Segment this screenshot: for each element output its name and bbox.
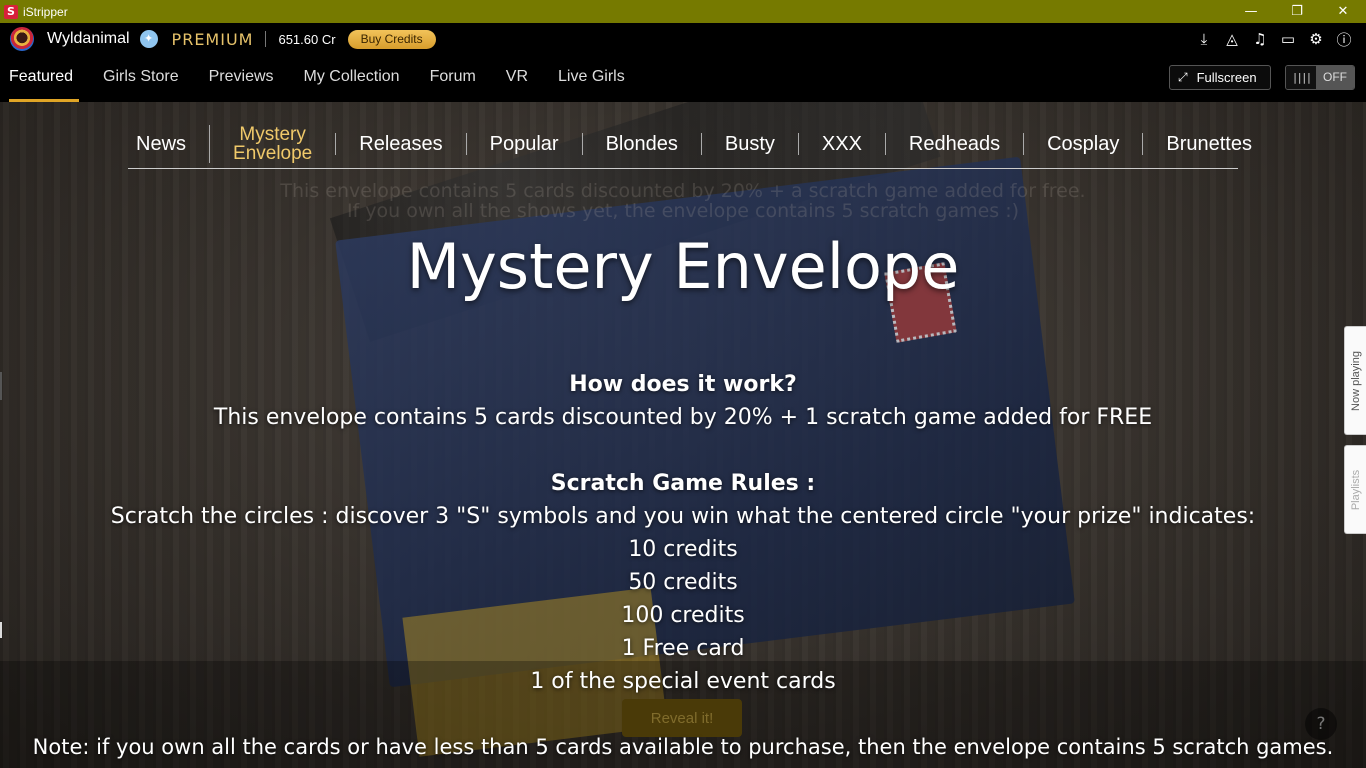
tab-brunettes[interactable]: Brunettes bbox=[1142, 133, 1275, 155]
now-playing-label: Now playing bbox=[1349, 350, 1362, 411]
music-icon[interactable]: ♫ bbox=[1246, 25, 1274, 53]
main-nav: Featured Girls Store Previews My Collect… bbox=[0, 55, 1366, 102]
reveal-button[interactable]: Reveal it! bbox=[622, 699, 742, 737]
tab-busty[interactable]: Busty bbox=[700, 133, 798, 155]
toolbar-icons: ⤓ ◬ ♫ ▭ ⚙ ⓘ bbox=[1190, 23, 1358, 55]
nav-item-live-girls[interactable]: Live Girls bbox=[543, 55, 640, 102]
tab-redheads[interactable]: Redheads bbox=[884, 133, 1023, 155]
nav-item-forum[interactable]: Forum bbox=[415, 55, 491, 102]
monitor-icon[interactable]: ▭ bbox=[1274, 25, 1302, 53]
rules-title: Scratch Game Rules : bbox=[550, 471, 816, 496]
tab-mystery-envelope[interactable]: Mystery Envelope bbox=[209, 125, 335, 163]
close-button[interactable]: ✕ bbox=[1320, 0, 1366, 23]
ghost-text-line1: This envelope contains 5 cards discounte… bbox=[280, 180, 1086, 202]
how-it-works-text: This envelope contains 5 cards discounte… bbox=[213, 405, 1153, 430]
content-area: News Mystery Envelope Releases Popular B… bbox=[0, 102, 1366, 768]
tab-popular[interactable]: Popular bbox=[465, 133, 582, 155]
user-bar: Wyldanimal ✦ PREMIUM 651.60 Cr Buy Credi… bbox=[0, 23, 1366, 55]
fullscreen-label: Fullscreen bbox=[1196, 70, 1257, 85]
divider bbox=[265, 31, 267, 47]
window-titlebar: S iStripper — ❐ ✕ bbox=[0, 0, 1366, 23]
gear-icon[interactable]: ⚙ bbox=[1302, 25, 1330, 53]
username[interactable]: Wyldanimal bbox=[47, 30, 130, 48]
now-playing-tab[interactable]: Now playing bbox=[1344, 326, 1366, 435]
tab-mystery-line2: Envelope bbox=[233, 143, 313, 164]
info-icon[interactable]: ⓘ bbox=[1330, 25, 1358, 53]
toggle-state: OFF bbox=[1316, 66, 1354, 89]
expand-icon: ⤢ bbox=[1178, 70, 1188, 84]
nav-item-previews[interactable]: Previews bbox=[194, 55, 289, 102]
toggle-grip-icon: |||| bbox=[1286, 66, 1316, 89]
edge-handle[interactable] bbox=[0, 372, 2, 400]
tab-news[interactable]: News bbox=[128, 133, 209, 155]
playlists-label: Playlists bbox=[1349, 469, 1362, 510]
page-title: Mystery Envelope bbox=[406, 230, 960, 303]
nav-item-featured[interactable]: Featured bbox=[0, 55, 88, 102]
playlists-tab[interactable]: Playlists bbox=[1344, 445, 1366, 534]
restore-button[interactable]: ❐ bbox=[1274, 0, 1320, 23]
prize-item: 10 credits bbox=[628, 537, 738, 562]
premium-label: PREMIUM bbox=[171, 29, 254, 49]
prize-item: 50 credits bbox=[628, 570, 738, 595]
ghost-text-line2: If you own all the shows yet, the envelo… bbox=[346, 200, 1020, 222]
nav-item-vr[interactable]: VR bbox=[491, 55, 543, 102]
tab-blondes[interactable]: Blondes bbox=[581, 133, 701, 155]
edge-cursor-mark bbox=[0, 622, 2, 638]
avatar[interactable] bbox=[10, 27, 34, 51]
nav-item-girls-store[interactable]: Girls Store bbox=[88, 55, 194, 102]
prize-item: 1 Free card bbox=[621, 636, 745, 661]
rules-text: Scratch the circles : discover 3 "S" sym… bbox=[110, 504, 1256, 529]
prize-item: 1 of the special event cards bbox=[530, 669, 836, 694]
tab-mystery-line1: Mystery bbox=[239, 124, 306, 145]
credit-balance: 651.60 Cr bbox=[278, 31, 336, 47]
tab-xxx[interactable]: XXX bbox=[797, 133, 885, 155]
window-controls: — ❐ ✕ bbox=[1228, 0, 1366, 23]
mode-toggle[interactable]: |||| OFF bbox=[1285, 65, 1355, 90]
category-nav: News Mystery Envelope Releases Popular B… bbox=[128, 120, 1252, 169]
minimize-button[interactable]: — bbox=[1228, 0, 1274, 23]
tab-cosplay[interactable]: Cosplay bbox=[1023, 133, 1142, 155]
star-badge-icon: ✦ bbox=[139, 30, 158, 48]
how-it-works-title: How does it work? bbox=[569, 372, 797, 397]
app-logo-icon: S bbox=[4, 4, 18, 19]
nav-item-my-collection[interactable]: My Collection bbox=[289, 55, 415, 102]
note-text: Note: if you own all the cards or have l… bbox=[32, 735, 1334, 759]
megaphone-icon[interactable]: ◬ bbox=[1218, 25, 1246, 53]
fullscreen-button[interactable]: ⤢ Fullscreen bbox=[1169, 65, 1271, 90]
prize-item: 100 credits bbox=[621, 603, 745, 628]
tab-releases[interactable]: Releases bbox=[335, 133, 465, 155]
window-title: iStripper bbox=[23, 4, 68, 19]
download-icon[interactable]: ⤓ bbox=[1190, 25, 1218, 53]
buy-credits-button[interactable]: Buy Credits bbox=[347, 29, 436, 49]
